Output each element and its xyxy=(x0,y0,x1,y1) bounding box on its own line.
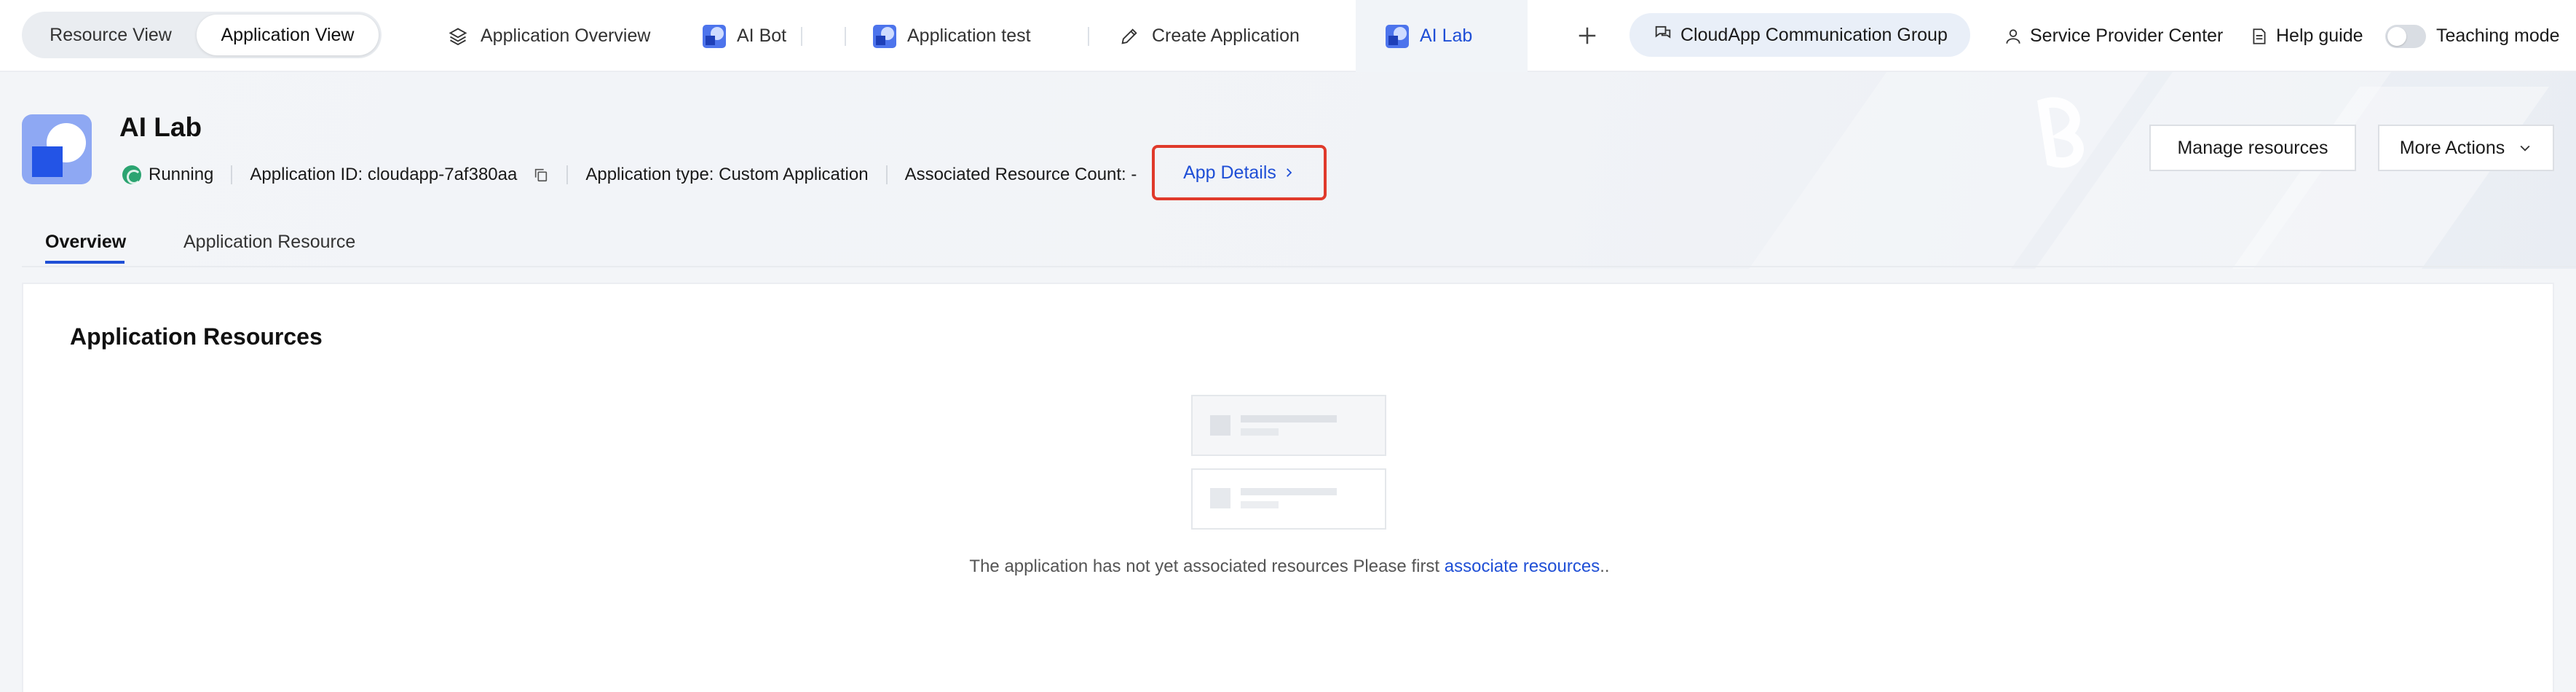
resource-count: Associated Resource Count: - xyxy=(904,165,1137,184)
provider-label: Service Provider Center xyxy=(2030,25,2224,46)
copy-icon[interactable] xyxy=(533,166,549,184)
app-icon xyxy=(872,24,897,49)
tab-application-overview[interactable]: Application Overview xyxy=(446,0,650,72)
subtab-divider xyxy=(22,266,2576,267)
tab-divider xyxy=(845,27,846,46)
service-provider-link[interactable]: Service Provider Center xyxy=(2004,0,2223,72)
app-id: Application ID: cloudapp-7af380aa xyxy=(250,165,518,184)
tab-create-application[interactable]: Create Application xyxy=(1117,0,1300,72)
more-actions-label: More Actions xyxy=(2399,137,2505,158)
running-status-icon xyxy=(122,165,141,184)
plus-icon xyxy=(1579,27,1596,44)
app-icon xyxy=(702,24,727,49)
tab-application-test[interactable]: Application test xyxy=(872,0,1031,72)
chevron-right-icon xyxy=(1282,165,1295,180)
tab-label: Application test xyxy=(907,25,1031,46)
app-logo xyxy=(22,114,92,184)
tab-divider xyxy=(801,27,802,46)
view-toggle: Resource View Application View xyxy=(22,12,382,58)
tab-overview[interactable]: Overview xyxy=(45,232,126,253)
status-text: Running xyxy=(149,165,214,184)
add-tab-button[interactable] xyxy=(1569,17,1605,54)
pencil-icon xyxy=(1117,24,1142,49)
top-bar: Resource View Application View Applicati… xyxy=(0,0,2576,72)
application-view-button[interactable]: Application View xyxy=(197,15,379,55)
more-actions-button[interactable]: More Actions xyxy=(2378,125,2554,171)
meta-divider xyxy=(566,165,569,184)
help-guide-link[interactable]: Help guide xyxy=(2250,0,2363,72)
empty-suffix: .. xyxy=(1600,557,1610,576)
document-icon xyxy=(2250,26,2269,47)
chevron-down-icon xyxy=(2518,141,2532,155)
teaching-mode-toggle[interactable]: Teaching mode xyxy=(2385,0,2560,72)
tab-ai-lab[interactable]: AI Lab xyxy=(1356,0,1528,72)
tab-label: Create Application xyxy=(1152,25,1300,46)
tab-label: AI Lab xyxy=(1420,25,1473,46)
empty-state-icon xyxy=(1191,395,1386,530)
app-meta-row: Running Application ID: cloudapp-7af380a… xyxy=(122,160,1137,189)
empty-state-text: The application has not yet associated r… xyxy=(23,557,2556,577)
tab-divider xyxy=(1088,27,1089,46)
application-resources-card: Application Resources The application ha… xyxy=(22,283,2554,692)
teaching-label: Teaching mode xyxy=(2436,25,2560,46)
app-type: Application type: Custom Application xyxy=(585,165,869,184)
manage-resources-button[interactable]: Manage resources xyxy=(2149,125,2356,171)
empty-message: The application has not yet associated r… xyxy=(969,557,1445,576)
associate-resources-link[interactable]: associate resources xyxy=(1445,557,1600,576)
tab-label: Application Overview xyxy=(481,25,651,46)
tab-ai-bot[interactable]: AI Bot xyxy=(702,0,786,72)
meta-divider xyxy=(885,165,888,184)
app-details-link[interactable]: App Details xyxy=(1152,145,1327,200)
card-title: Application Resources xyxy=(70,323,323,350)
meta-divider xyxy=(231,165,233,184)
toggle-switch[interactable] xyxy=(2385,24,2426,48)
app-details-label: App Details xyxy=(1183,162,1276,183)
group-label: CloudApp Communication Group xyxy=(1680,24,1948,45)
tab-application-resource[interactable]: Application Resource xyxy=(183,232,355,253)
tab-label: AI Bot xyxy=(737,25,787,46)
active-tab-indicator xyxy=(45,261,125,264)
layers-icon xyxy=(446,24,470,49)
help-label: Help guide xyxy=(2276,25,2363,46)
resource-view-button[interactable]: Resource View xyxy=(25,15,197,55)
user-icon xyxy=(2004,27,2023,46)
app-icon xyxy=(1385,24,1410,49)
chat-icon xyxy=(1653,23,1673,48)
brand-watermark-icon xyxy=(2036,97,2084,168)
app-title: AI Lab xyxy=(119,112,202,142)
communication-group-button[interactable]: CloudApp Communication Group xyxy=(1629,13,1970,57)
